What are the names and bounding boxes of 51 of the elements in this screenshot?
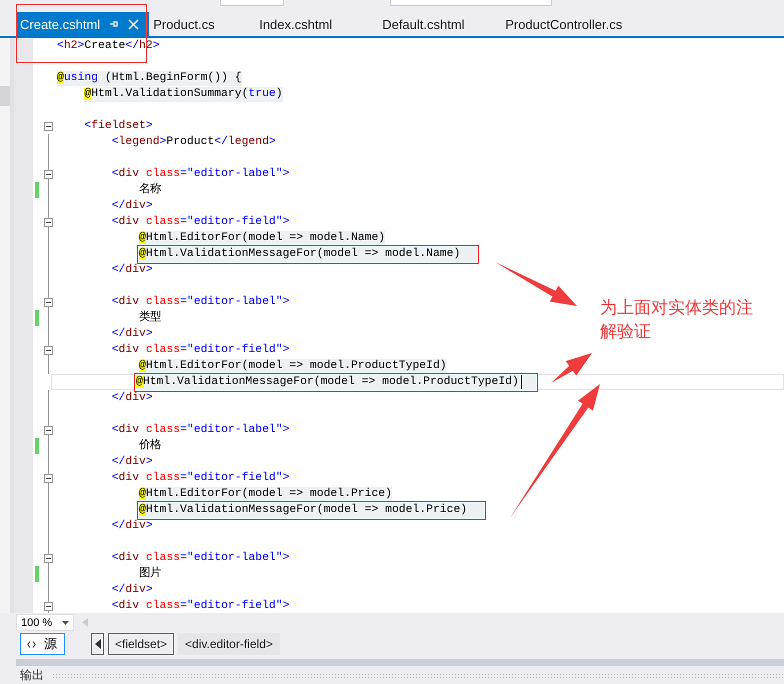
document-tab[interactable]: Create.cshtml (16, 12, 150, 36)
panel-title: 输出 (20, 666, 44, 684)
toolbar-field[interactable] (390, 0, 552, 6)
code-line: </div> (112, 326, 153, 342)
code-line: <div class="editor-field"> (112, 342, 290, 358)
code-line: </div> (112, 390, 153, 406)
toolbar-field[interactable] (220, 0, 284, 6)
collapse-icon[interactable] (44, 298, 52, 306)
code-line: </div> (112, 518, 153, 534)
code-line: <div class="editor-label"> (112, 294, 290, 310)
code-line: 价格 (139, 438, 162, 454)
code-line: <div class="editor-label"> (112, 550, 290, 566)
code-line: 类型 (139, 310, 162, 326)
collapse-icon[interactable] (44, 218, 52, 226)
left-triangle-icon (94, 639, 100, 649)
collapse-icon[interactable] (44, 554, 52, 562)
code-icon (27, 640, 36, 648)
code-line: <div class="editor-label"> (112, 422, 290, 438)
caret-icon (62, 620, 69, 624)
code-line: <div class="editor-label"> (112, 166, 290, 182)
collapse-icon[interactable] (44, 426, 52, 434)
document-tab[interactable]: Default.cshtml (378, 12, 502, 36)
code-line: </div> (112, 454, 153, 470)
collapse-icon[interactable] (44, 170, 52, 178)
code-line: <div class="editor-field"> (112, 470, 290, 486)
code-line: <div class="editor-field"> (112, 598, 290, 613)
code-line: 图片 (139, 566, 162, 582)
document-tab[interactable]: ProductController.cs (501, 12, 628, 36)
code-line: 名称 (139, 182, 162, 198)
code-line: </div> (112, 262, 153, 278)
close-icon[interactable] (128, 18, 140, 30)
document-tab[interactable]: Index.cshtml (255, 12, 378, 36)
document-tab[interactable]: Product.cs (149, 12, 256, 36)
collapse-icon[interactable] (44, 602, 52, 610)
text-caret (520, 375, 522, 389)
breadcrumb[interactable]: <fieldset> (108, 633, 174, 655)
panel-grip[interactable] (52, 672, 784, 678)
source-view-button[interactable]: 源 (20, 633, 65, 655)
zoom-dropdown[interactable]: 100 % (16, 614, 74, 631)
code-line: </div> (112, 198, 153, 214)
collapse-icon[interactable] (44, 474, 52, 482)
collapse-icon[interactable] (44, 346, 52, 354)
code-line: <div class="editor-field"> (112, 214, 290, 230)
annotation-text: 为上面对实体类的注解验证 (600, 297, 754, 344)
collapse-icon[interactable] (44, 122, 52, 130)
code-line: </div> (112, 582, 153, 598)
pin-icon[interactable] (109, 19, 120, 29)
breadcrumb[interactable]: <div.editor-field> (178, 633, 280, 655)
code-line: <fieldset> (84, 118, 153, 134)
code-line: <legend>Product</legend> (112, 134, 276, 150)
back-button[interactable] (91, 633, 104, 655)
